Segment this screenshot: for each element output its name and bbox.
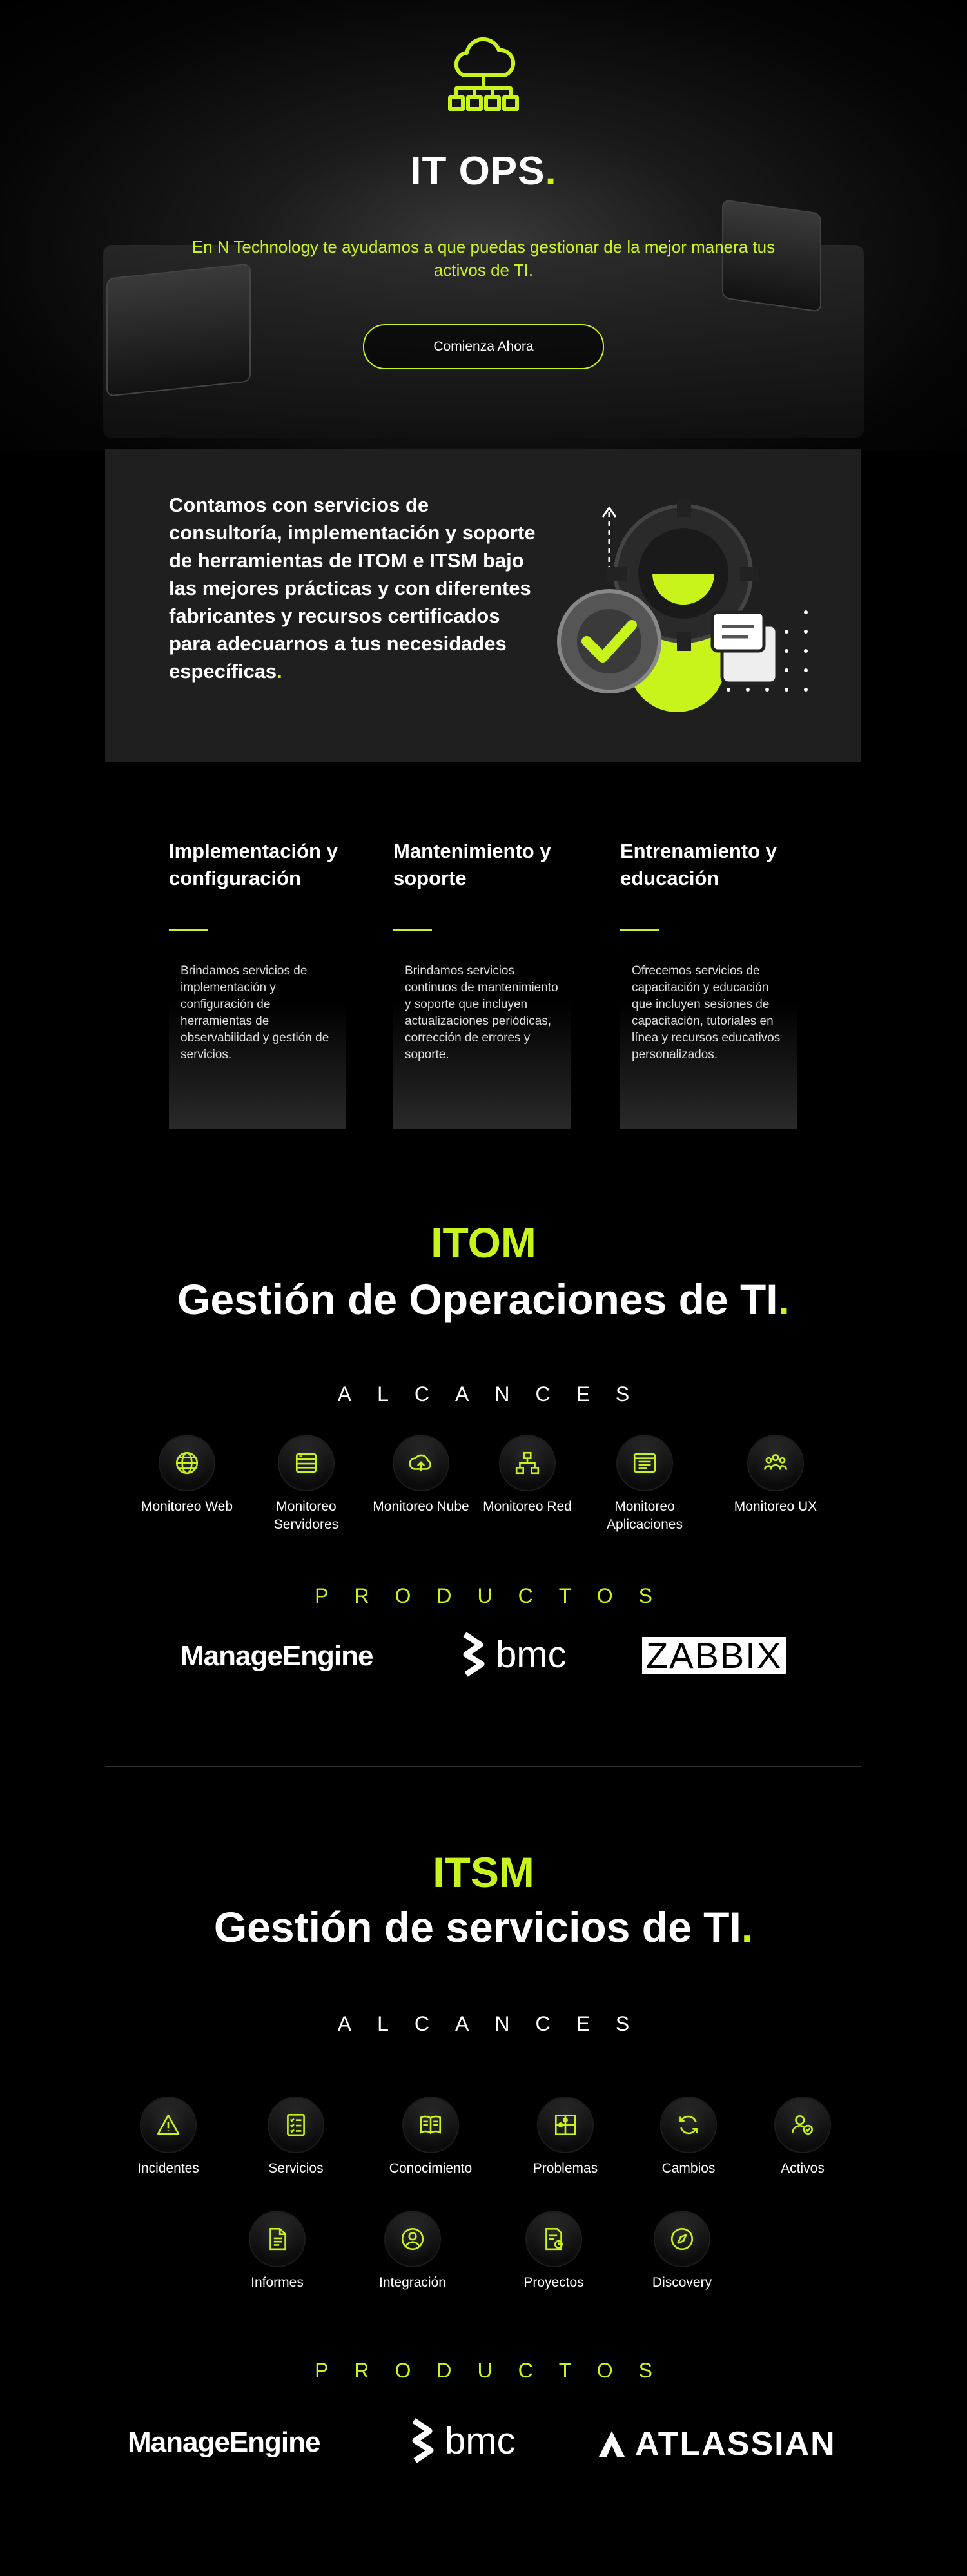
divider [393,929,432,931]
compass-icon [655,2212,709,2266]
start-now-button[interactable]: Comienza Ahora [363,324,604,369]
service-implementation: Implementación y configuración Brindamos… [169,838,346,1129]
itom-scope-apps: Monitoreo Aplicaciones [596,1436,693,1534]
itsm-scope-problems: Problemas [517,2098,614,2178]
itsm-kicker: ITSM [433,1848,534,1896]
itom-kicker: ITOM [431,1219,536,1266]
itom-scope-web: Monitoreo Web [139,1436,235,1516]
page-title: IT OPS. [410,149,557,193]
warning-icon [141,2098,195,2152]
itsm-scope-changes: Cambios [640,2098,737,2178]
manageengine-logo: ManageEngine [128,2426,320,2458]
bmc-logo: bmc [461,1632,567,1677]
atlassian-mark-icon [599,2431,625,2457]
itom-scope-cloud: Monitoreo Nube [373,1436,469,1516]
itsm-scope-label: ALCANCES [337,2012,656,2035]
project-icon [527,2212,581,2266]
hero-subtitle: En N Technology te ayudamos a que puedas… [191,237,776,280]
globe-icon [160,1436,214,1490]
itom-title: Gestión de Operaciones de TI. [177,1275,790,1323]
itsm-scope-reports: Informes [229,2212,326,2292]
service-card: Brindamos servicios continuos de manteni… [393,949,571,1129]
bmc-mark-icon [412,2418,434,2463]
itsm-scope-incidents: Incidentes [120,2098,217,2178]
itom-scope-ux: Monitoreo UX [727,1436,824,1516]
book-icon [404,2098,458,2152]
atlassian-logo: ATLASSIAN [598,2425,836,2463]
itsm-scope-integration: Integración [364,2212,461,2292]
gears-check-icon [557,498,808,712]
document-icon [250,2212,304,2266]
itom-scope-network: Monitoreo Red [479,1436,576,1516]
service-card: Brindamos servicios de implementación y … [169,949,346,1129]
network-icon [500,1436,554,1490]
bmc-logo: bmc [410,2418,516,2463]
divider [169,929,208,931]
itsm-scope-services: Servicios [248,2098,344,2178]
puzzle-icon [538,2098,592,2152]
itsm-scope-projects: Proyectos [505,2212,602,2292]
itsm-products-label: PRODUCTOS [315,2359,678,2382]
divider [620,929,659,931]
cloud-network-icon [448,37,519,111]
cloud-upload-icon [394,1436,448,1490]
checklist-icon [269,2098,323,2152]
service-training: Entrenamiento y educación Ofrecemos serv… [620,838,797,1129]
bmc-mark-icon [463,1632,485,1677]
itsm-scope-assets: Activos [754,2098,851,2178]
itom-scope-label: ALCANCES [337,1382,656,1406]
refresh-icon [661,2098,716,2152]
user-circle-icon [386,2212,440,2266]
user-check-icon [776,2098,830,2152]
manageengine-logo: ManageEngine [181,1640,373,1672]
itom-scope-servers: Monitoreo Servidores [258,1436,355,1534]
app-window-icon [618,1436,672,1490]
info-text: Contamos con servicios de consultoría, i… [169,494,536,683]
service-card: Ofrecemos servicios de capacitación y ed… [620,949,797,1129]
zabbix-logo: ZABBIX [642,1637,786,1674]
itsm-scope-knowledge: Conocimiento [382,2098,479,2178]
section-divider [105,1766,861,1767]
server-icon [279,1436,333,1490]
itsm-title: Gestión de servicios de TI. [213,1903,754,1951]
itom-products-label: PRODUCTOS [315,1584,678,1607]
itsm-scope-discovery: Discovery [634,2212,730,2292]
laptop-screen-left [106,263,251,397]
users-icon [748,1436,803,1490]
service-maintenance: Mantenimiento y soporte Brindamos servic… [393,838,571,1129]
